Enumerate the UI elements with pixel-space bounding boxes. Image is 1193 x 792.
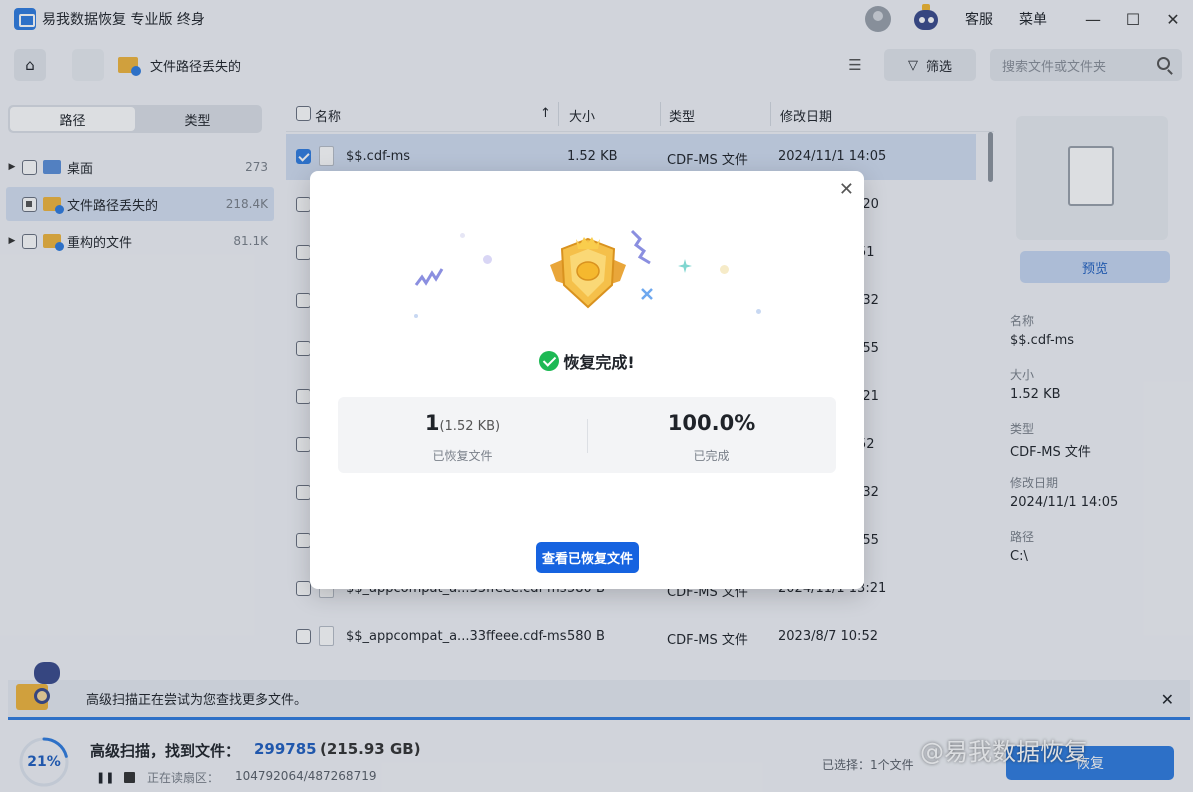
- done-status: 恢复完成!: [310, 349, 864, 373]
- dot-icon: [720, 265, 729, 274]
- confetti-icon: [414, 268, 444, 286]
- check-circle-icon: [539, 351, 560, 371]
- close-icon[interactable]: ✕: [839, 179, 854, 200]
- recovery-stats: 1(1.52 KB) 已恢复文件 100.0% 已完成: [338, 397, 836, 473]
- trophy-badge-icon: [550, 237, 626, 309]
- dot-icon: [460, 233, 465, 238]
- recovered-size: (1.52 KB): [439, 419, 501, 434]
- confetti-icon: [630, 229, 651, 265]
- dot-icon: [414, 314, 418, 318]
- recovered-count: 1: [424, 411, 440, 435]
- sparkle-icon: [678, 259, 692, 273]
- percent-label: 已完成: [693, 449, 730, 463]
- recovery-complete-dialog: ✕ 恢复完成! 1(1.52 KB) 已恢复文件 100.0% 已完成 查看已恢…: [310, 171, 864, 589]
- percent-complete: 100.0%: [667, 411, 756, 435]
- recovered-label: 已恢复文件: [432, 449, 493, 463]
- completed-stat: 100.0% 已完成: [587, 397, 836, 473]
- done-text: 恢复完成!: [563, 353, 635, 372]
- dot-icon: [756, 309, 761, 314]
- dot-icon: [483, 255, 492, 264]
- sparkle-icon: [641, 288, 653, 300]
- recovered-files-stat: 1(1.52 KB) 已恢复文件: [338, 397, 587, 473]
- view-recovered-files-button[interactable]: 查看已恢复文件: [536, 542, 639, 573]
